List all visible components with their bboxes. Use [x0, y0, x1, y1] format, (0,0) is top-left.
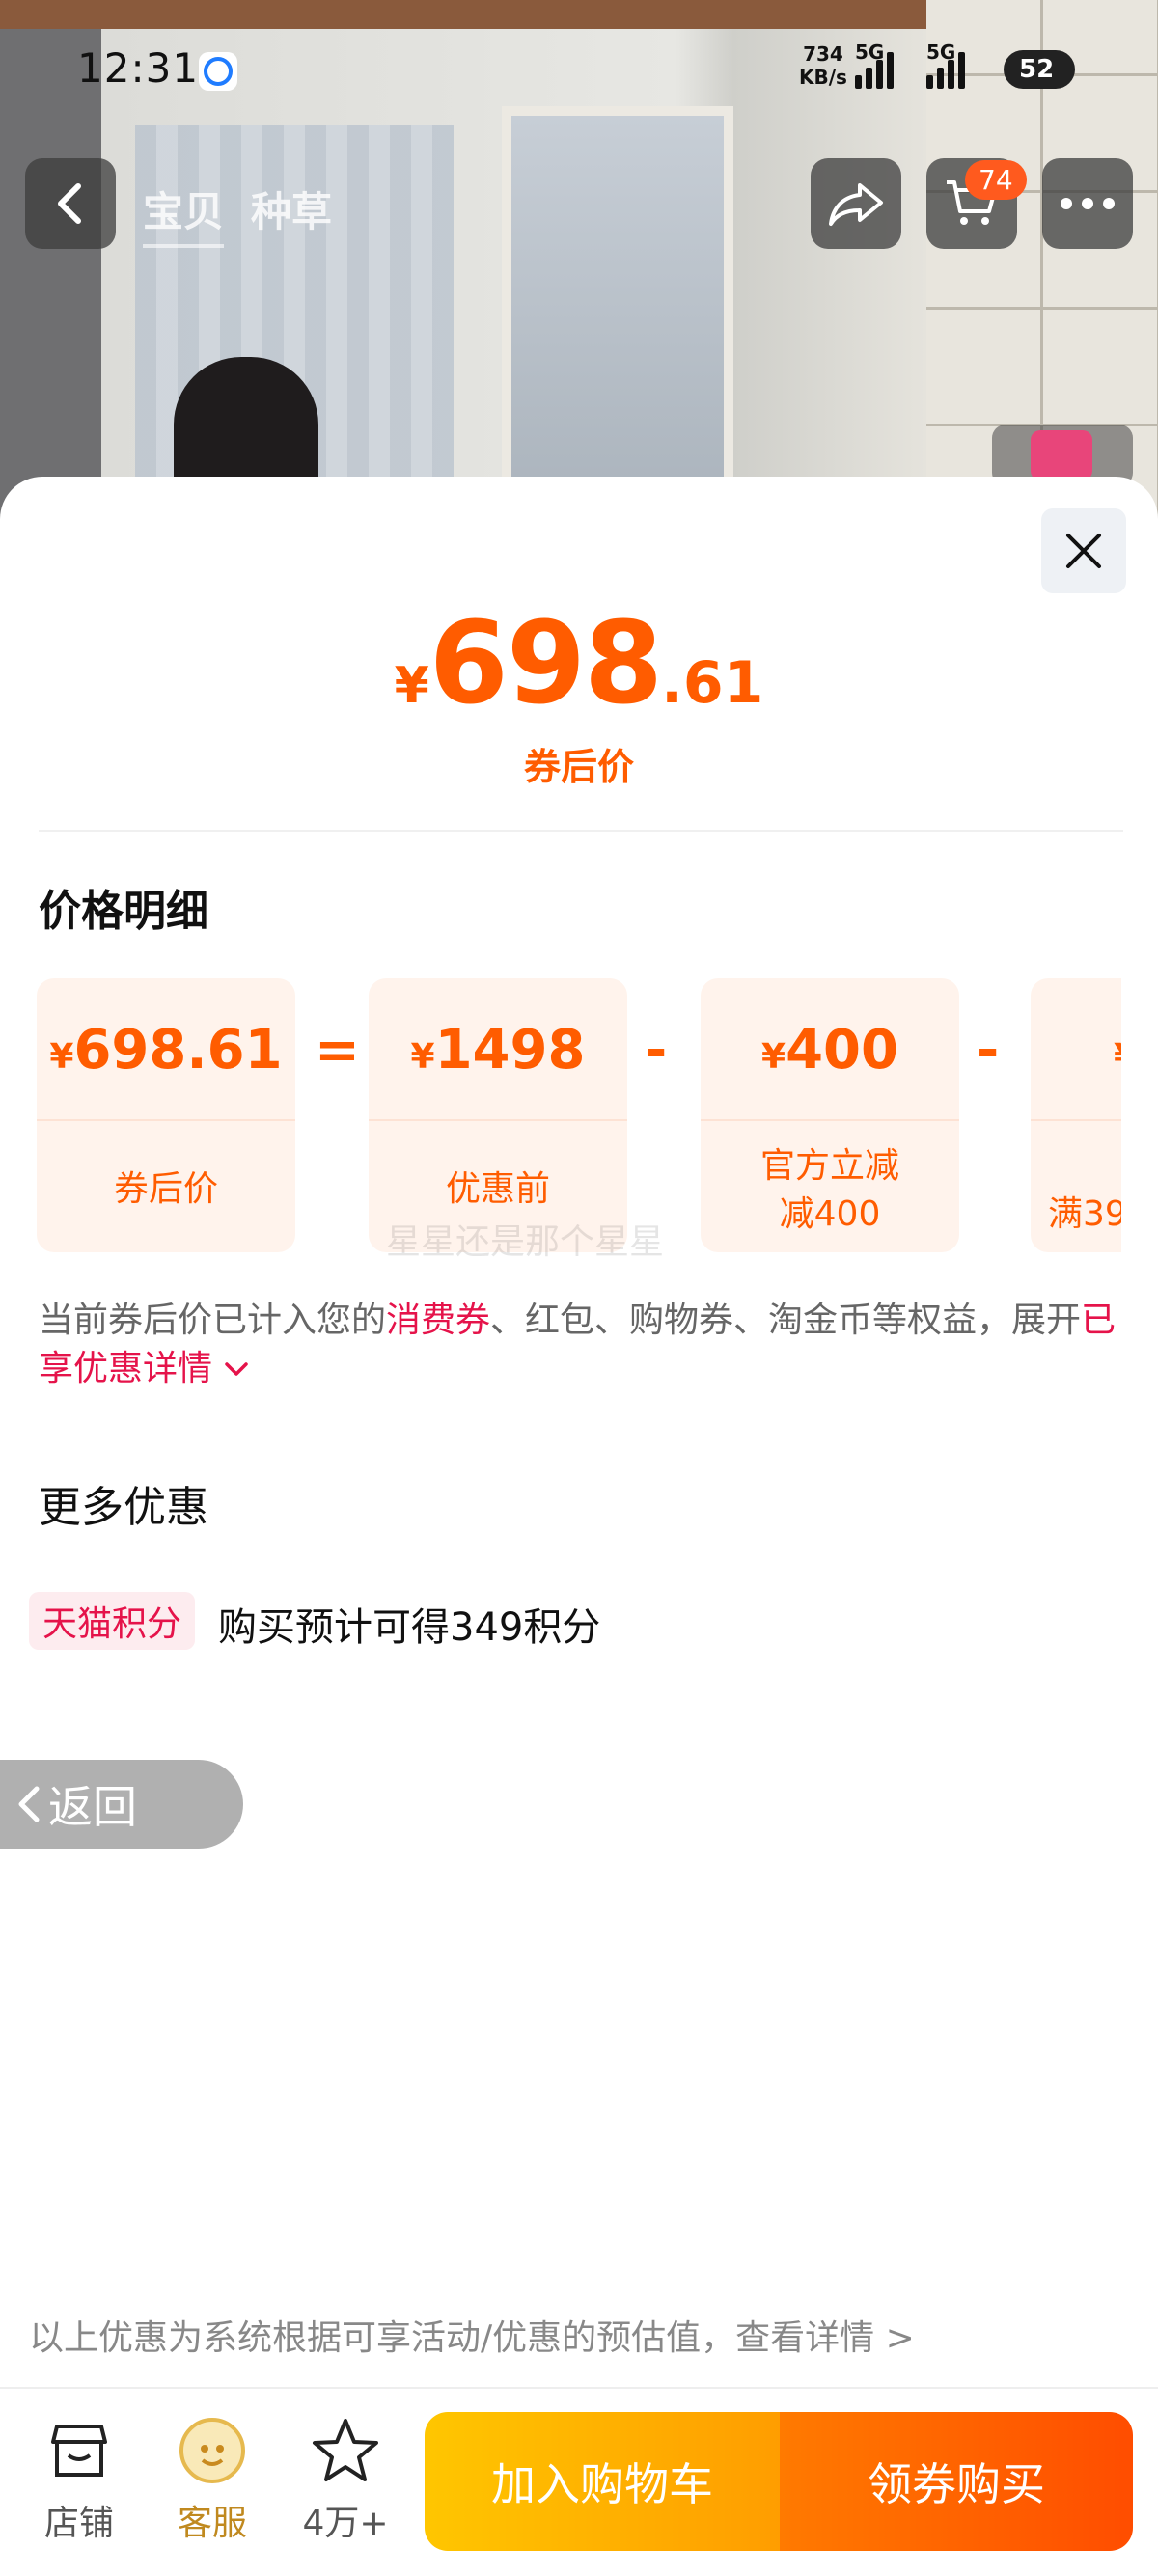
- chevron-left-icon: [18, 1786, 40, 1822]
- price-card-threshold: ¥ 满39: [1031, 978, 1121, 1252]
- net-speed-value: 734: [803, 42, 843, 66]
- customer-service-button[interactable]: 客服: [154, 2412, 270, 2545]
- close-icon: [1066, 534, 1101, 568]
- close-button[interactable]: [1041, 508, 1126, 593]
- tmall-points-text: 购买预计可得349积分: [218, 1605, 601, 1650]
- final-price-label: 券后价: [523, 746, 634, 788]
- nav-tabs: 宝贝 种草: [143, 179, 332, 248]
- star-icon: [313, 2419, 378, 2481]
- net-speed: 734 KB/s: [799, 42, 847, 89]
- price-card-label: 优惠前: [445, 1169, 550, 1209]
- back-nav-button[interactable]: [25, 158, 116, 249]
- store-icon: [51, 2425, 107, 2477]
- minus-operator: -: [645, 1019, 668, 1082]
- more-dots-icon: [1061, 198, 1115, 209]
- price-breakdown-cards: ¥698.61 券后价 ¥1498 优惠前 ¥400 官方立减 减400 ¥ 满…: [37, 978, 1121, 1252]
- price-decimal: .61: [661, 649, 764, 717]
- price-card-discount: ¥400 官方立减 减400: [701, 978, 959, 1252]
- floating-back-button[interactable]: 返回: [0, 1760, 243, 1849]
- price-card-original: ¥1498 优惠前: [369, 978, 627, 1252]
- status-time: 12:31: [77, 44, 200, 92]
- watermark: 星星还是那个星星: [386, 1222, 665, 1262]
- coupon-link[interactable]: 消费券: [386, 1301, 490, 1340]
- chevron-down-icon[interactable]: [223, 1360, 250, 1380]
- net-speed-unit: KB/s: [799, 66, 847, 89]
- price-card-label: 券后价: [113, 1169, 218, 1209]
- buy-with-coupon-button[interactable]: 领券购买: [780, 2412, 1133, 2551]
- battery-indicator: 52: [1004, 50, 1075, 89]
- price-detail-title: 价格明细: [39, 887, 208, 936]
- shop-button[interactable]: 店铺: [21, 2412, 137, 2545]
- tab-product[interactable]: 宝贝: [143, 179, 225, 248]
- share-icon: [829, 183, 883, 226]
- price-note: 当前券后价已计入您的消费券、红包、购物券、淘金币等权益，展开已享优惠详情: [39, 1301, 1117, 1388]
- add-to-cart-button[interactable]: 加入购物车: [425, 2412, 780, 2551]
- cart-count-badge: 74: [965, 160, 1027, 200]
- bottom-bar-divider: [0, 2387, 1158, 2389]
- photo-window: [502, 106, 733, 531]
- price-card-final: ¥698.61 券后价: [37, 978, 295, 1252]
- tab-recommend[interactable]: 种草: [251, 179, 332, 248]
- price-integer: 698: [428, 596, 663, 729]
- more-button[interactable]: [1042, 158, 1133, 249]
- service-avatar-icon: [179, 2418, 245, 2483]
- minus-operator: -: [977, 1019, 1000, 1082]
- divider: [39, 830, 1123, 832]
- share-button[interactable]: [811, 158, 901, 249]
- final-price: ¥698.61: [0, 596, 1158, 729]
- equals-operator: =: [315, 1019, 360, 1082]
- disclaimer-link[interactable]: 以上优惠为系统根据可享活动/优惠的预估值，查看详情 >: [29, 2310, 915, 2360]
- signal-1-icon: 5G: [855, 41, 894, 89]
- signal-2-icon: 5G: [926, 41, 965, 89]
- notification-app-icon: [199, 52, 237, 91]
- chevron-left-icon: [58, 183, 81, 224]
- currency-symbol: ¥: [394, 657, 429, 715]
- price-card-label: 官方立减 减400: [759, 1146, 899, 1234]
- price-card-label: 满39: [1048, 1194, 1121, 1234]
- status-bar: 12:31 734 KB/s 5G 5G 52: [0, 0, 1158, 135]
- tmall-points-tag: 天猫积分: [29, 1592, 196, 1650]
- favorite-button[interactable]: 4万+: [288, 2412, 403, 2545]
- more-offers-title: 更多优惠: [39, 1483, 208, 1532]
